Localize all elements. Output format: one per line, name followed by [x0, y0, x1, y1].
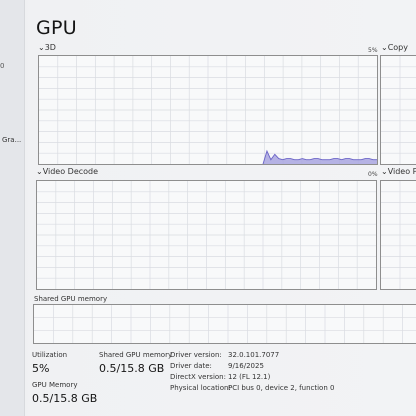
driver-date-key: Driver date:	[170, 362, 212, 370]
gpu-memory-label: GPU Memory	[32, 381, 78, 389]
directx-version-key: DirectX version:	[170, 373, 226, 381]
graph-3d-label: 3D	[44, 43, 56, 52]
utilization-label: Utilization	[32, 351, 68, 359]
graph-copy-svg	[381, 56, 416, 164]
graph-3d-chart	[38, 55, 378, 165]
shared-gpu-memory-value: 0.5/15.8 GB	[99, 362, 165, 375]
graph-video-processing-chart	[380, 180, 416, 290]
utilization-value: 5%	[32, 362, 50, 375]
graph-3d-percent: 5%	[368, 47, 378, 54]
gpu-memory-value: 0.5/15.8 GB	[32, 392, 98, 405]
graph-3d-dropdown[interactable]: ⌄3D	[38, 43, 56, 52]
chevron-down-icon: ⌄	[38, 43, 45, 52]
sidebar-item-gpu[interactable]: Gra...	[2, 136, 21, 144]
graph-video-decode-chart	[36, 180, 377, 290]
driver-version-value: 32.0.101.7077	[228, 351, 280, 359]
graph-video-processing-dropdown[interactable]: ⌄Video Pr	[381, 167, 416, 176]
graph-copy-label: Copy	[387, 43, 408, 52]
graph-video-decode-dropdown[interactable]: ⌄Video Decode	[36, 167, 98, 176]
shared-gpu-memory-label: Shared GPU memory	[99, 351, 173, 359]
directx-version-value: 12 (FL 12.1)	[228, 373, 271, 381]
physical-location-value: PCI bus 0, device 2, function 0	[228, 384, 335, 392]
graph-video-processing-svg	[381, 181, 416, 289]
graph-video-decode-percent: 0%	[368, 171, 378, 178]
driver-version-key: Driver version:	[170, 351, 222, 359]
gpu-performance-panel: 0 Gra... GPU ⌄3D 5% ⌄Copy ⌄Video Decode …	[0, 0, 416, 416]
chevron-down-icon: ⌄	[381, 43, 388, 52]
graph-copy-dropdown[interactable]: ⌄Copy	[381, 43, 408, 52]
graph-3d-svg	[39, 56, 377, 164]
shared-memory-svg	[34, 305, 416, 343]
chevron-down-icon: ⌄	[36, 167, 43, 176]
sidebar-value: 0	[0, 62, 5, 70]
graph-video-processing-label: Video Pr	[387, 167, 416, 176]
shared-memory-graph-label: Shared GPU memory	[34, 295, 108, 303]
shared-memory-chart	[33, 304, 416, 344]
driver-date-value: 9/16/2025	[228, 362, 264, 370]
graph-video-decode-label: Video Decode	[42, 167, 99, 176]
graph-video-decode-svg	[37, 181, 376, 289]
graph-copy-chart	[380, 55, 416, 165]
page-title: GPU	[36, 17, 77, 39]
chevron-down-icon: ⌄	[381, 167, 388, 176]
physical-location-key: Physical location:	[170, 384, 231, 392]
